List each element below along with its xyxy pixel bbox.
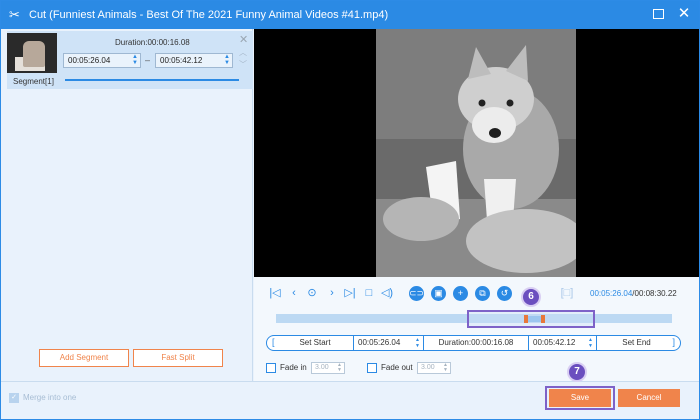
segment-end-input[interactable]: 00:05:42.12 ▲ ▼	[155, 53, 233, 68]
copy-icon[interactable]: ⧉	[475, 286, 490, 301]
segment-start-value: 00:05:26.04	[68, 56, 111, 65]
close-button[interactable]: ✕	[677, 6, 691, 21]
to-start-icon[interactable]: |◁	[268, 286, 282, 300]
stepper-icon[interactable]: ▲ ▼	[132, 54, 138, 66]
undo-icon[interactable]: ↺	[497, 286, 512, 301]
fade-out-checkbox[interactable]	[367, 363, 377, 373]
fade-in-label: Fade in	[280, 363, 307, 372]
stepper-icon[interactable]: ▲ ▼	[224, 54, 230, 66]
merge-option[interactable]: ✓ Merge into one	[9, 393, 76, 403]
cut-dialog: ✂ Cut (Funniest Animals - Best Of The 20…	[0, 0, 700, 420]
merge-label: Merge into one	[23, 393, 77, 403]
next-frame-icon[interactable]: ›	[325, 286, 339, 300]
scissors-icon: ✂	[9, 7, 20, 22]
play-icon[interactable]: ⊙	[305, 286, 319, 300]
move-down-icon[interactable]: ﹀	[239, 59, 247, 70]
fade-in-control: Fade in 3.00 ▲ ▼	[266, 362, 361, 374]
end-handle[interactable]	[541, 315, 545, 323]
set-start-button[interactable]: Set Start	[277, 336, 353, 350]
trim-start-value: 00:05:26.04	[358, 338, 401, 347]
segment-end-value: 00:05:42.12	[160, 56, 203, 65]
trim-end-value: 00:05:42.12	[533, 338, 576, 347]
segment-panel: Segment[1] Duration:00:00:16.08 00:05:26…	[1, 29, 253, 381]
trim-start-input[interactable]: 00:05:26.04 ▲ ▼	[353, 336, 423, 350]
maximize-button[interactable]	[651, 7, 665, 21]
move-up-icon[interactable]: ︿	[239, 47, 247, 58]
fast-split-button[interactable]: Fast Split	[133, 349, 223, 367]
total-time: /00:08:30.22	[632, 289, 677, 298]
segment-item[interactable]: Segment[1] Duration:00:00:16.08 00:05:26…	[7, 31, 253, 89]
time-display: 00:05:26.04/00:08:30.22	[590, 289, 677, 298]
stop-icon[interactable]: □	[362, 286, 376, 300]
maximize-icon	[652, 9, 664, 19]
fade-out-label: Fade out	[381, 363, 413, 372]
selected-range[interactable]	[528, 316, 541, 322]
step-marker-7: 7	[567, 362, 587, 382]
fade-out-value: 3.00	[421, 364, 435, 371]
fade-out-control: Fade out 3.00 ▲ ▼	[367, 362, 467, 374]
video-preview	[254, 29, 699, 277]
step-marker-6: 6	[521, 287, 541, 307]
thumbnail-dog	[23, 41, 45, 67]
title-bar: ✂ Cut (Funniest Animals - Best Of The 20…	[1, 1, 699, 29]
fade-out-input[interactable]: 3.00 ▲ ▼	[417, 362, 451, 374]
merge-checkbox-icon[interactable]: ✓	[9, 393, 19, 403]
segment-label: Segment[1]	[13, 77, 54, 86]
fade-in-checkbox[interactable]	[266, 363, 276, 373]
fade-in-value: 3.00	[315, 364, 329, 371]
set-end-button[interactable]: Set End	[596, 336, 676, 350]
segment-start-input[interactable]: 00:05:26.04 ▲ ▼	[63, 53, 141, 68]
start-handle[interactable]	[524, 315, 528, 323]
video-frame	[376, 29, 576, 277]
dialog-footer: ✓ Merge into one 7 Save Cancel	[1, 362, 699, 419]
expand-icon[interactable]: [□]	[560, 286, 574, 300]
to-end-icon[interactable]: ▷|	[343, 286, 357, 300]
stepper-icon[interactable]: ▲ ▼	[415, 337, 420, 349]
cancel-button[interactable]: Cancel	[618, 389, 680, 407]
add-segment-button[interactable]: Add Segment	[39, 349, 129, 367]
prev-frame-icon[interactable]: ‹	[287, 286, 301, 300]
add-segment-icon[interactable]: +	[453, 286, 468, 301]
save-button[interactable]: Save	[549, 389, 611, 407]
volume-icon[interactable]: ◁)	[380, 286, 394, 300]
range-separator: –	[145, 55, 151, 65]
player-controls: |◁ ‹ ⊙ › ▷| □ ◁) ⊂⊃ ▣ + ⧉ ↺ [□] 6 00:05:…	[254, 277, 699, 381]
remove-segment-icon[interactable]: ✕	[239, 33, 248, 46]
stepper-icon[interactable]: ▲ ▼	[588, 337, 593, 349]
trim-end-input[interactable]: 00:05:42.12 ▲ ▼	[528, 336, 596, 350]
segment-progress-bar	[65, 79, 239, 81]
video-frame-image	[376, 29, 576, 277]
window-title: Cut (Funniest Animals - Best Of The 2021…	[29, 9, 389, 21]
segment-thumbnail	[7, 33, 57, 73]
trim-duration: Duration:00:00:16.08	[423, 336, 528, 350]
snapshot-icon[interactable]: ▣	[431, 286, 446, 301]
current-time: 00:05:26.04	[590, 289, 633, 298]
stepper-icon[interactable]: ▲ ▼	[337, 363, 342, 373]
segment-duration: Duration:00:00:16.08	[115, 38, 190, 47]
fade-in-input[interactable]: 3.00 ▲ ▼	[311, 362, 345, 374]
split-icon[interactable]: ⊂⊃	[409, 286, 424, 301]
trim-controls: [ Set Start 00:05:26.04 ▲ ▼ Duration:00:0…	[266, 335, 681, 351]
stepper-icon[interactable]: ▲ ▼	[443, 363, 448, 373]
bracket-left-icon: [	[272, 337, 275, 347]
bracket-right-icon: ]	[672, 337, 675, 347]
